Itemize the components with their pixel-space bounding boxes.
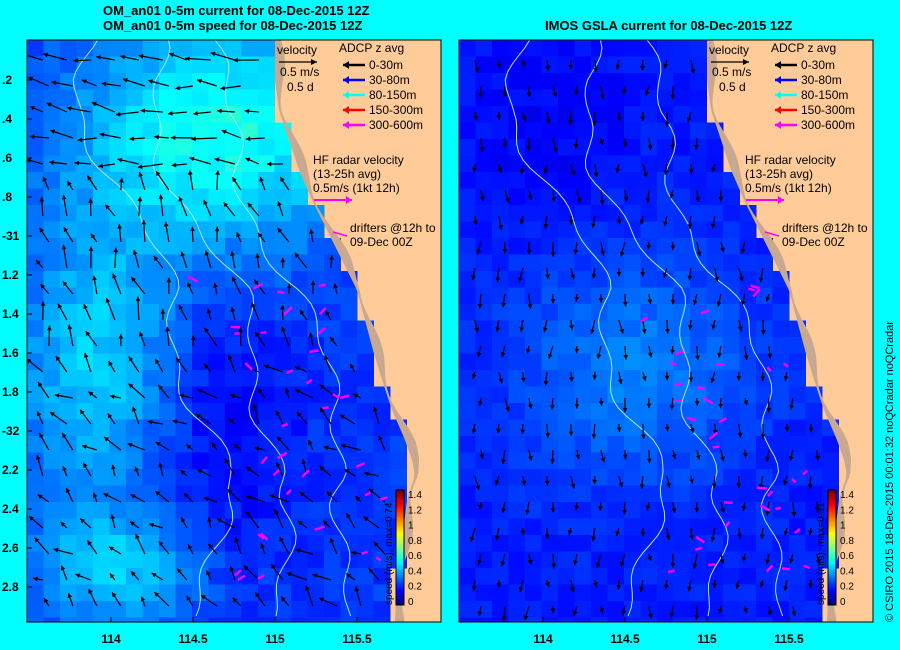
y-tick-label: .2 [2, 73, 12, 87]
y-tick-label: -31 [2, 229, 20, 243]
x-tick-label: 114.5 [610, 632, 640, 646]
y-tick-label: 1.8 [2, 385, 19, 399]
x-tick-label: 114 [101, 632, 121, 646]
legend-hf-radar-line3: 0.5m/s (1kt 12h) [313, 181, 400, 195]
y-tick-label: 2.2 [2, 463, 19, 477]
legend-velocity-label: velocity [277, 43, 317, 57]
legend-adcp-item: 80-150m [801, 88, 848, 102]
legend-adcp-item: 300-600m [369, 118, 423, 132]
colorbar-tick-label: 0 [408, 597, 414, 608]
credit-text: © CSIRO 2015 18-Dec-2015 00:01:32 noQCra… [884, 321, 896, 622]
y-tick-label: 1.6 [2, 346, 19, 360]
x-tick-label: 115 [265, 632, 285, 646]
legend-drifters-line1: drifters @12h to [782, 221, 868, 235]
legend-hf-radar-line1: HF radar velocity [313, 153, 404, 167]
colorbar-tick-label: 0.4 [840, 566, 854, 577]
colorbar-tick-label: 0.4 [408, 566, 422, 577]
legend-adcp-title: ADCP z avg [339, 41, 404, 55]
legend-adcp-item: 0-30m [369, 58, 403, 72]
legend-adcp-item: 150-300m [369, 103, 423, 117]
colorbar-tick-label: 0.6 [408, 551, 422, 562]
y-tick-label: .6 [2, 151, 12, 165]
x-tick-label: 115.5 [342, 632, 372, 646]
map-figure: velocity0.5 m/s0.5 dADCP z avg0-30m30-80… [2, 39, 874, 646]
y-tick-label: 2.4 [2, 502, 19, 516]
x-tick-label: 114.5 [178, 632, 208, 646]
legend-adcp-item: 0-30m [801, 58, 835, 72]
legend-adcp-item: 150-300m [801, 103, 855, 117]
colorbar-tick-label: 1.4 [408, 490, 422, 501]
legend-velocity-scale: 0.5 m/s [280, 65, 319, 79]
legend-drifters-line2: 09-Dec 00Z [782, 235, 845, 249]
colorbar-tick-label: 1 [408, 521, 414, 532]
x-tick-label: 115 [697, 632, 717, 646]
left-map-panel: velocity 0.5 m/s0.5 d ADCP z avg 0-30m30-80… [26, 39, 442, 623]
colorbar-label: speed (m/s), max=0.74 [384, 502, 395, 605]
y-tick-label: 2.8 [2, 580, 19, 594]
y-tick-label: -32 [2, 424, 20, 438]
y-tick-label: 2.6 [2, 541, 19, 555]
legend-adcp-item: 300-600m [801, 118, 855, 132]
legend-hf-radar-line3: 0.5m/s (1kt 12h) [745, 181, 832, 195]
colorbar-tick-label: 0 [840, 597, 846, 608]
legend-velocity-scale: 0.5 m/s [712, 65, 751, 79]
legend-hf-radar-line2: (13-25h avg) [313, 167, 381, 181]
colorbar-tick-label: 1.2 [840, 505, 854, 516]
legend-velocity-label: velocity [709, 43, 749, 57]
legend-drifters-line2: 09-Dec 00Z [350, 235, 413, 249]
right-map-panel: velocity 0.5 m/s0.5 d ADCP z avg 0-30m30-80… [458, 39, 874, 623]
legend-adcp-title: ADCP z avg [771, 41, 836, 55]
colorbar-label: speed (m/s), max=0.31 [816, 502, 827, 605]
y-tick-label: .4 [2, 112, 12, 126]
colorbar-tick-label: 0.8 [840, 536, 854, 547]
legend-velocity-time: 0.5 d [719, 80, 746, 94]
legend-adcp-item: 80-150m [369, 88, 416, 102]
x-tick-label: 115.5 [774, 632, 804, 646]
y-tick-label: .8 [2, 190, 12, 204]
colorbar-tick-label: 0.2 [840, 582, 854, 593]
y-tick-label: 1.2 [2, 268, 19, 282]
colorbar-tick-label: 1 [840, 521, 846, 532]
y-tick-label: 1.4 [2, 307, 19, 321]
legend-hf-radar-line1: HF radar velocity [745, 153, 836, 167]
legend-hf-radar-line2: (13-25h avg) [745, 167, 813, 181]
legend-adcp-item: 30-80m [801, 73, 842, 87]
colorbar-tick-label: 1.2 [408, 505, 422, 516]
colorbar-tick-label: 0.8 [408, 536, 422, 547]
legend-velocity-time: 0.5 d [287, 80, 314, 94]
legend-drifters-line1: drifters @12h to [350, 221, 436, 235]
colorbar-tick-label: 1.4 [840, 490, 854, 501]
legend-adcp-item: 30-80m [369, 73, 410, 87]
x-tick-label: 114 [533, 632, 553, 646]
colorbar-tick-label: 0.2 [408, 582, 422, 593]
colorbar-tick-label: 0.6 [840, 551, 854, 562]
